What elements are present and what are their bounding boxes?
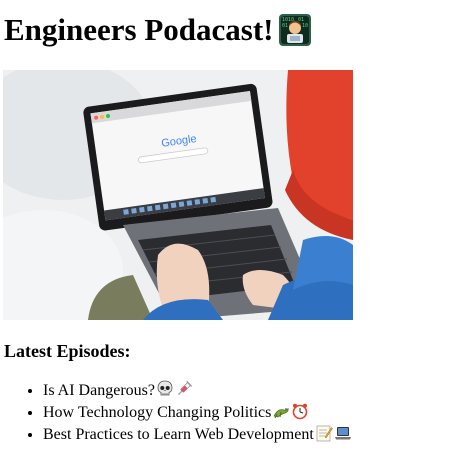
hero-image: Google [3, 70, 353, 320]
svg-text:01: 01 [282, 23, 288, 29]
episode-title: Is AI Dangerous? [43, 382, 155, 399]
episode-list: Is AI Dangerous? How Technology Changing… [0, 380, 352, 446]
skull-icon [156, 380, 174, 398]
list-item: Is AI Dangerous? [43, 380, 352, 402]
syringe-icon [175, 380, 193, 398]
title-row: Engineers Podacast! 1010 01 01 10 [4, 10, 312, 50]
svg-text:10: 10 [302, 23, 308, 29]
episode-title: How Technology Changing Politics [43, 404, 272, 421]
latest-episodes-heading: Latest Episodes: [4, 341, 131, 361]
laptop-icon [334, 424, 352, 442]
lizard-icon [272, 402, 290, 420]
episode-title: Best Practices to Learn Web Development [43, 426, 314, 443]
technologist-icon: 1010 01 01 10 [278, 13, 312, 47]
memo-icon [315, 424, 333, 442]
list-item: Best Practices to Learn Web Development [43, 424, 352, 446]
alarm-clock-icon [291, 402, 309, 420]
list-item: How Technology Changing Politics [43, 402, 352, 424]
page-title: Engineers Podacast! [4, 12, 274, 47]
